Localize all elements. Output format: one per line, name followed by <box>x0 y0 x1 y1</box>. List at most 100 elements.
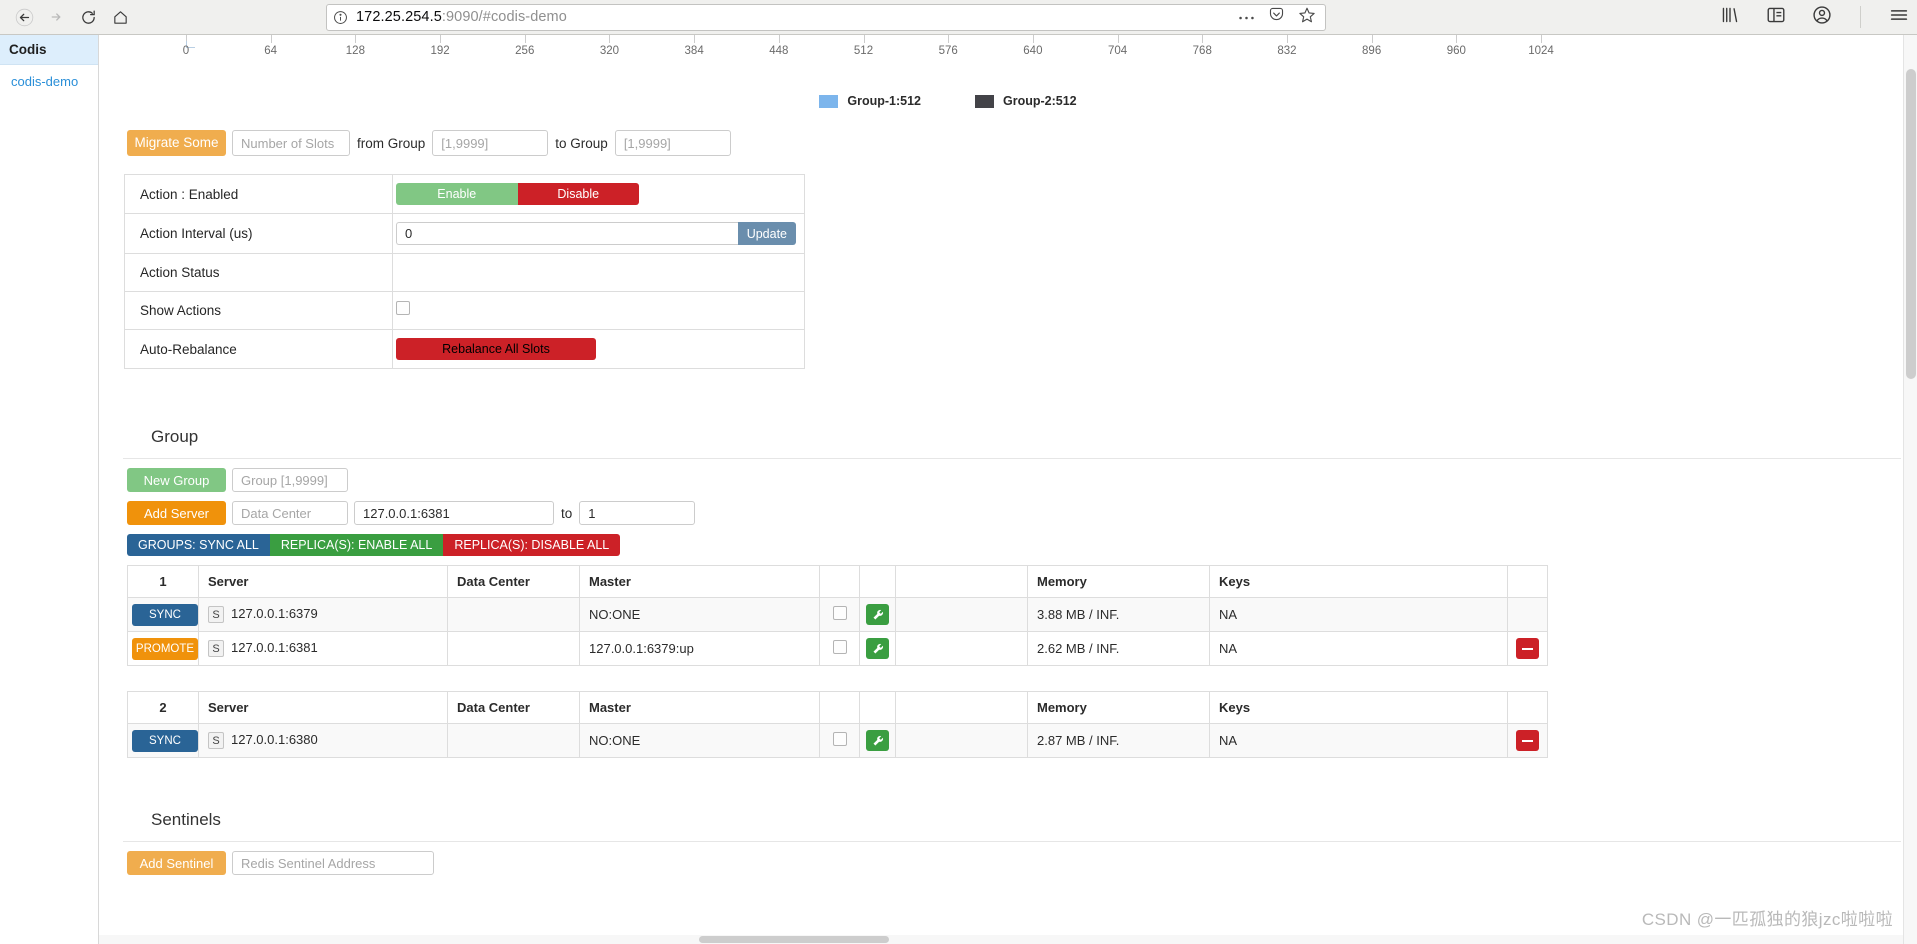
remove-server-button[interactable] <box>1516 638 1539 660</box>
sidebar: Codis codis-demo <box>0 35 99 944</box>
group-table-1: 1 Server Data Center Master Memory Keys … <box>127 565 1548 667</box>
axis-tick <box>609 35 611 43</box>
wrench-cell <box>859 596 896 633</box>
page-info-icon[interactable] <box>333 10 348 25</box>
axis-tick <box>694 35 696 43</box>
auto-rebalance-value: Rebalance All Slots <box>392 329 805 369</box>
sync-button[interactable]: SYNC <box>132 603 198 626</box>
master-cell: 127.0.0.1:6379:up <box>579 631 820 667</box>
vertical-scrollbar-thumb[interactable] <box>1906 69 1916 379</box>
horizontal-scrollbar-thumb[interactable] <box>699 936 889 943</box>
delete-cell <box>1507 596 1548 633</box>
col-server: Server <box>198 691 448 725</box>
reload-icon[interactable] <box>72 2 104 32</box>
number-of-slots-input[interactable] <box>232 130 350 156</box>
update-button[interactable]: Update <box>737 222 796 245</box>
groups-sync-all-button[interactable]: GROUPS: SYNC ALL <box>127 534 270 556</box>
migrate-some-button[interactable]: Migrate Some <box>127 130 226 156</box>
row-checkbox[interactable] <box>832 606 847 621</box>
action-row-show-actions: Show Actions <box>124 291 805 330</box>
data-center-input[interactable] <box>232 501 348 525</box>
ellipsis-icon[interactable] <box>1238 8 1255 26</box>
library-icon[interactable] <box>1720 6 1740 29</box>
wrench-icon[interactable] <box>866 730 889 752</box>
legend-swatch-group-2 <box>975 94 994 108</box>
legend-item-group-1[interactable]: Group-1:512 <box>819 94 921 108</box>
blank-cell <box>895 596 1028 633</box>
replicas-disable-all-button[interactable]: REPLICA(S): DISABLE ALL <box>443 534 621 556</box>
action-interval-input[interactable] <box>396 222 738 245</box>
axis-tick-label: 64 <box>264 45 278 57</box>
legend-label-group-1: Group-1:512 <box>847 94 921 108</box>
table-row: SYNC S 127.0.0.1:6379 NO:ONE 3.88 MB / I… <box>127 596 1548 633</box>
back-arrow-icon[interactable] <box>8 2 40 32</box>
axis-tick-label: 896 <box>1362 45 1382 57</box>
forward-arrow-icon[interactable] <box>40 2 72 32</box>
remove-server-button[interactable] <box>1516 730 1539 752</box>
row-checkbox[interactable] <box>832 732 847 747</box>
new-group-button[interactable]: New Group <box>127 468 226 492</box>
replicas-enable-all-button[interactable]: REPLICA(S): ENABLE ALL <box>269 534 444 556</box>
vertical-scrollbar[interactable] <box>1903 35 1917 944</box>
group-section: Group New Group Add Server to GROUPS: SY… <box>123 427 1901 759</box>
action-row-rebalance: Auto-Rebalance Rebalance All Slots <box>124 329 805 369</box>
sync-button[interactable]: SYNC <box>132 729 198 752</box>
new-group-id-input[interactable] <box>232 468 348 492</box>
enable-button[interactable]: Enable <box>396 183 518 205</box>
sidebar-header: Codis <box>0 35 98 65</box>
data-center-cell <box>447 723 580 759</box>
pocket-icon[interactable] <box>1268 6 1285 28</box>
rebalance-all-slots-button[interactable]: Rebalance All Slots <box>396 338 596 360</box>
col-blank-1 <box>819 691 860 725</box>
col-data-center: Data Center <box>447 691 580 725</box>
target-group-id-input[interactable] <box>579 501 696 525</box>
promote-button[interactable]: PROMOTE <box>132 637 198 660</box>
axis-tick <box>440 35 442 43</box>
account-icon[interactable] <box>1812 5 1832 30</box>
from-group-label: from Group <box>357 135 426 151</box>
show-actions-checkbox[interactable] <box>396 301 410 315</box>
migrate-controls: Migrate Some from Group to Group <box>127 130 1917 156</box>
url-text: 172.25.254.5:9090/#codis-demo <box>356 9 567 25</box>
wrench-icon[interactable] <box>866 638 889 660</box>
role-badge: S <box>208 606 224 624</box>
table-row: PROMOTE S 127.0.0.1:6381 127.0.0.1:6379:u… <box>127 631 1548 667</box>
auto-rebalance-label: Auto-Rebalance <box>124 329 393 369</box>
axis-tick <box>355 35 357 43</box>
wrench-icon[interactable] <box>866 604 889 626</box>
star-icon[interactable] <box>1298 6 1316 29</box>
legend-item-group-2[interactable]: Group-2:512 <box>975 94 1077 108</box>
chart-legend: Group-1:512 Group-2:512 <box>99 94 1917 108</box>
sentinel-address-input[interactable] <box>232 851 434 876</box>
axis-tick <box>1456 35 1458 43</box>
axis-tick <box>1032 35 1034 43</box>
server-address-input[interactable] <box>354 501 554 525</box>
from-group-input[interactable] <box>432 130 549 156</box>
disable-button[interactable]: Disable <box>517 183 639 205</box>
axis-tick <box>948 35 950 43</box>
row-checkbox[interactable] <box>832 640 847 655</box>
sidebar-toggle-icon[interactable] <box>1766 6 1786 29</box>
url-bar[interactable]: 172.25.254.5:9090/#codis-demo <box>326 3 1326 31</box>
main-content: 0 64 128 192 256 320 384 448 512 576 640 704 768 832 8… <box>99 35 1917 944</box>
axis-tick-label: 960 <box>1446 45 1466 57</box>
server-address-text: 127.0.0.1:6381 <box>231 640 318 656</box>
slots-chart: 0 64 128 192 256 320 384 448 512 576 640 704 768 832 8… <box>111 35 1901 80</box>
add-server-button[interactable]: Add Server <box>127 501 226 525</box>
delete-cell <box>1507 631 1548 667</box>
axis-tick-label: 1024 <box>1528 45 1554 57</box>
horizontal-scrollbar[interactable] <box>99 935 1903 944</box>
home-icon[interactable] <box>104 2 136 32</box>
to-group-input[interactable] <box>614 130 731 156</box>
wrench-cell <box>859 723 896 759</box>
add-sentinel-button[interactable]: Add Sentinel <box>127 851 226 876</box>
axis-tick-label: 448 <box>769 45 789 57</box>
sidebar-item-codis-demo[interactable]: codis-demo <box>0 65 98 98</box>
server-address-text: 127.0.0.1:6380 <box>231 732 318 748</box>
axis-tick <box>1371 35 1373 43</box>
col-master: Master <box>579 565 820 598</box>
server-address-cell: S 127.0.0.1:6381 <box>198 631 448 667</box>
master-cell: NO:ONE <box>579 596 820 633</box>
hamburger-menu-icon[interactable] <box>1889 6 1909 29</box>
axis-tick-label: 576 <box>938 45 958 57</box>
